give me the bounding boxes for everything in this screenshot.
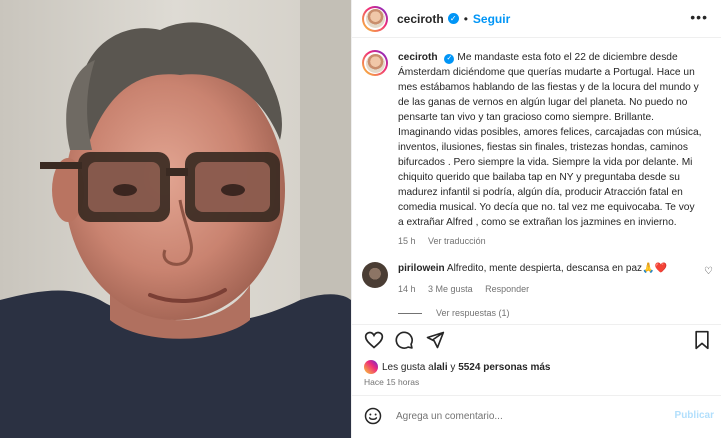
caption-time: 15 h	[398, 236, 416, 246]
see-translation-link[interactable]: Ver traducción	[428, 236, 486, 246]
save-bookmark-icon[interactable]	[692, 330, 712, 350]
publish-button[interactable]: Publicar	[675, 410, 714, 421]
comment-input[interactable]	[396, 410, 646, 422]
post-action-bar	[364, 330, 712, 352]
comment-like-heart-icon[interactable]: ♡	[704, 266, 713, 277]
comment-bubble-icon[interactable]	[394, 330, 414, 350]
selfie-image	[0, 0, 351, 438]
replies-divider	[398, 312, 422, 314]
like-heart-icon[interactable]	[364, 330, 384, 350]
follow-button[interactable]: Seguir	[473, 12, 510, 26]
instagram-post-window: ceciroth ✓ • Seguir ••• ceciroth ✓ Me ma…	[0, 0, 721, 438]
view-replies-link[interactable]: Ver respuestas (1)	[398, 308, 510, 318]
comment-item: pirilowein Alfredito, mente despierta, d…	[362, 262, 712, 294]
author-avatar[interactable]	[362, 5, 388, 32]
caption-meta: 15 h Ver traducción	[398, 236, 703, 246]
header-separator: •	[463, 11, 468, 26]
comment-text-block: pirilowein Alfredito, mente despierta, d…	[398, 262, 698, 276]
likes-count[interactable]: 5524 personas más	[458, 362, 550, 373]
post-side-panel: ceciroth ✓ • Seguir ••• ceciroth ✓ Me ma…	[351, 0, 721, 438]
reply-button[interactable]: Responder	[485, 284, 529, 294]
likes-middle: y	[447, 361, 459, 373]
liker-username[interactable]: lali	[434, 362, 448, 373]
caption-avatar[interactable]	[362, 50, 388, 76]
commenter-avatar[interactable]	[362, 262, 388, 288]
comment-likes[interactable]: 3 Me gusta	[428, 284, 473, 294]
caption-text: Me mandaste esta foto el 22 de diciembre…	[398, 52, 702, 228]
verified-badge-icon: ✓	[447, 13, 459, 24]
likes-prefix: Les gusta a	[382, 361, 434, 373]
caption-text-block: ceciroth ✓ Me mandaste esta foto el 22 d…	[398, 50, 703, 230]
comment-time: 14 h	[398, 284, 416, 294]
author-username[interactable]: ceciroth	[397, 12, 444, 26]
more-options-icon[interactable]: •••	[690, 10, 708, 24]
add-comment-bar: Publicar	[364, 406, 714, 426]
post-timestamp: Hace 15 horas	[364, 377, 420, 387]
post-photo[interactable]	[0, 0, 351, 438]
liker-avatar[interactable]	[364, 360, 378, 374]
commenter-username[interactable]: pirilowein	[398, 263, 445, 274]
actions-divider	[352, 324, 721, 325]
post-caption: ceciroth ✓ Me mandaste esta foto el 22 d…	[362, 50, 712, 246]
share-paper-plane-icon[interactable]	[425, 330, 445, 350]
view-replies-label: Ver respuestas (1)	[436, 308, 510, 318]
comment-meta: 14 h 3 Me gusta Responder	[398, 284, 698, 294]
verified-badge-icon: ✓	[444, 53, 455, 64]
post-header: ceciroth ✓ • Seguir •••	[352, 0, 721, 38]
likes-summary: Les gusta a lali y 5524 personas más	[364, 360, 550, 374]
add-comment-divider	[352, 395, 721, 396]
smile-icon[interactable]	[364, 407, 382, 425]
caption-username[interactable]: ceciroth	[398, 52, 438, 63]
comment-text: Alfredito, mente despierta, descansa en …	[446, 263, 667, 274]
